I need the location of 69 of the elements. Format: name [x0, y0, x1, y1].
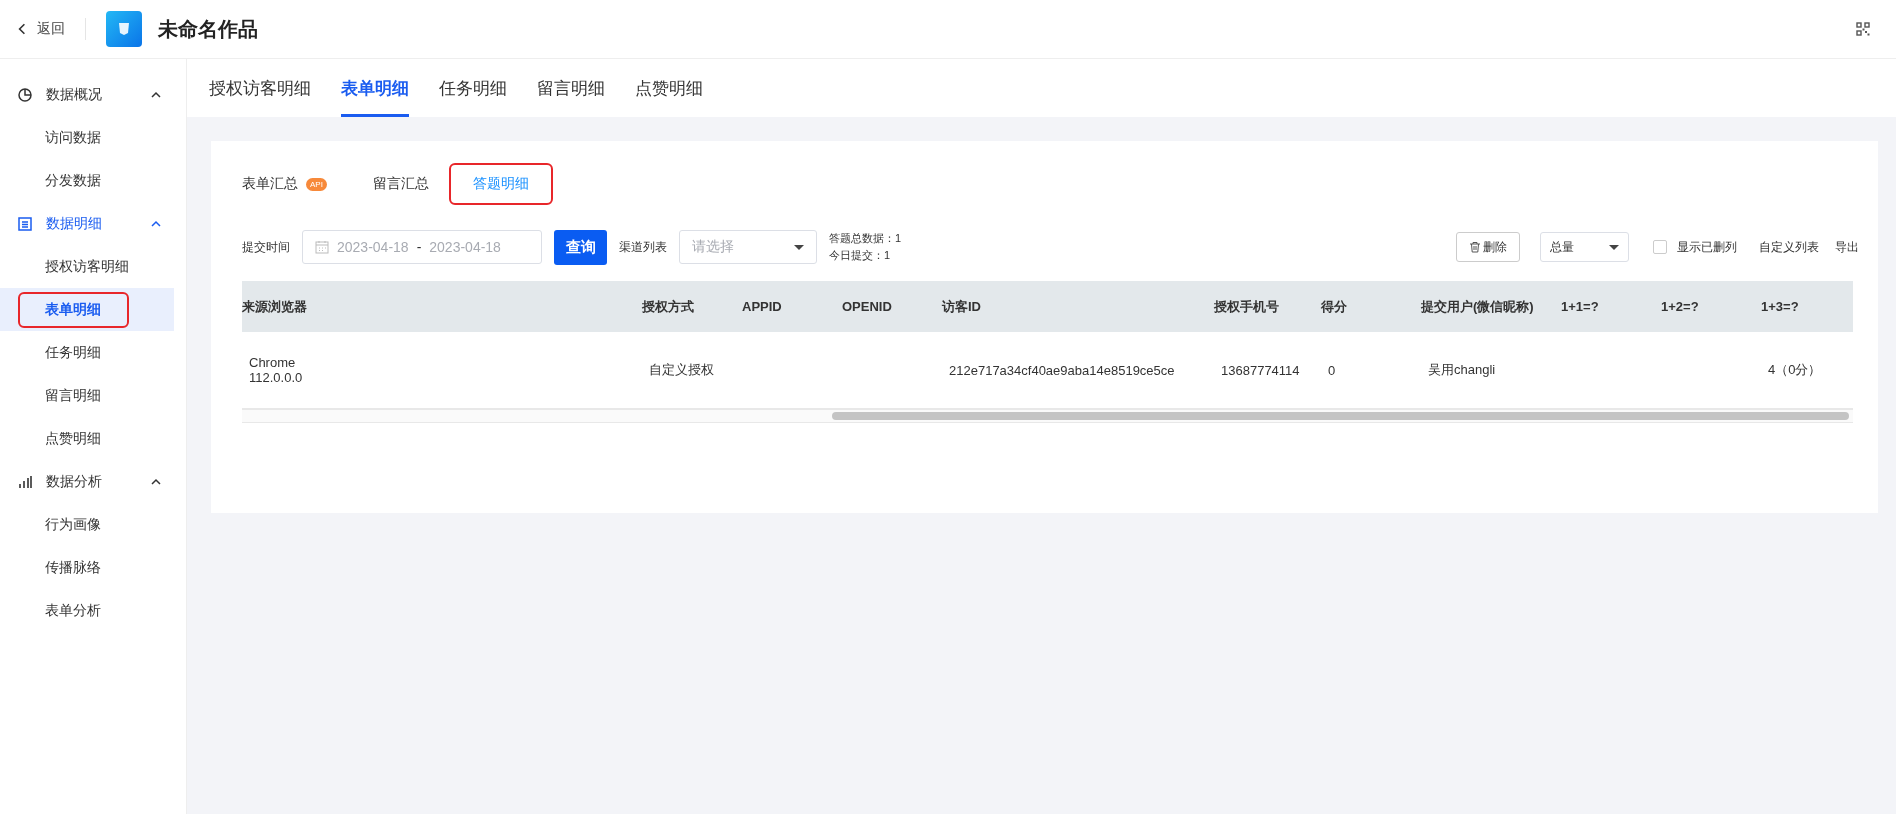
table-cell-text: 13687774114	[1220, 362, 1301, 378]
group-title: 数据概况	[46, 85, 103, 104]
query-button[interactable]: 查询	[554, 229, 607, 265]
custom-columns-link[interactable]: 自定义列表	[1759, 238, 1819, 256]
trash-icon	[1469, 241, 1481, 253]
chevron-up-icon	[151, 219, 161, 228]
app-logo-icon	[106, 11, 142, 47]
horizontal-scrollbar[interactable]	[242, 410, 1853, 423]
chevron-left-icon	[18, 23, 26, 35]
column-header: 得分	[1321, 297, 1348, 316]
sidebar-item[interactable]: 表单分析	[0, 589, 174, 632]
sidebar-item[interactable]: 表单明细	[0, 288, 174, 331]
tab[interactable]: 授权访客明细	[209, 59, 311, 117]
sidebar-group[interactable]: 数据分析	[0, 460, 186, 503]
column-header: APPID	[742, 299, 783, 314]
column-header: OPENID	[842, 299, 893, 314]
calendar-icon	[315, 240, 329, 254]
chevron-up-icon	[151, 90, 161, 99]
sub-tab[interactable]: 表单汇总 API	[242, 165, 327, 203]
back-button[interactable]: 返回	[18, 20, 65, 38]
column-header: 1+1=?	[1561, 299, 1600, 314]
tab[interactable]: 留言明细	[537, 59, 605, 117]
sidebar-item[interactable]: 任务明细	[0, 331, 174, 374]
group-title: 数据分析	[46, 472, 103, 491]
total-select[interactable]: 总量	[1540, 232, 1629, 262]
table-cell-text: 4（0分）	[1767, 361, 1823, 379]
export-link[interactable]: 导出	[1835, 238, 1859, 256]
pie-chart-icon	[17, 86, 33, 103]
tab[interactable]: 表单明细	[341, 59, 409, 117]
stat-text: 答题总数据：1	[829, 231, 902, 246]
date-range-field[interactable]: 2023-04-18 - 2023-04-18	[302, 230, 542, 264]
column-header: 来源浏览器	[242, 297, 308, 316]
show-deleted-checkbox[interactable]: 显示已删列	[1653, 238, 1737, 256]
list-icon	[17, 215, 33, 232]
tab[interactable]: 点赞明细	[635, 59, 703, 117]
sidebar-item[interactable]: 点赞明细	[0, 417, 174, 460]
table-cell-text: 吴用changli	[1427, 361, 1497, 379]
column-header: 1+3=?	[1761, 299, 1800, 314]
column-header: 访客ID	[942, 297, 982, 316]
qr-code-icon[interactable]	[1856, 22, 1870, 36]
sidebar-group[interactable]: 数据概况	[0, 73, 186, 116]
chevron-up-icon	[151, 477, 161, 486]
column-header: 授权手机号	[1214, 297, 1280, 316]
api-badge: API	[306, 177, 327, 191]
work-title: 未命名作品	[158, 16, 258, 42]
sidebar-item[interactable]: 分发数据	[0, 159, 174, 202]
field-label: 渠道列表	[619, 238, 667, 256]
table-cell-text: 自定义授权	[648, 361, 715, 379]
group-title: 数据明细	[46, 214, 103, 233]
sidebar-item[interactable]: 留言明细	[0, 374, 174, 417]
sidebar-item[interactable]: 访问数据	[0, 116, 174, 159]
sidebar-item[interactable]: 传播脉络	[0, 546, 174, 589]
table-cell-text: 0	[1327, 362, 1337, 378]
sidebar-group[interactable]: 数据明细	[0, 202, 186, 245]
caret-down-icon	[794, 244, 804, 250]
stat-text: 今日提交：1	[829, 248, 892, 263]
sidebar-item[interactable]: 行为画像	[0, 503, 174, 546]
table-cell-text: 212e717a34cf40ae9aba14e8519ce5ce	[948, 362, 1176, 378]
sub-tab[interactable]: 留言汇总	[372, 165, 429, 203]
column-header: 提交用户(微信昵称)	[1421, 297, 1535, 316]
sidebar-item[interactable]: 授权访客明细	[0, 245, 174, 288]
bar-chart-icon	[17, 473, 33, 490]
table-cell-text: Chrome 112.0.0.0	[248, 355, 304, 385]
column-header: 授权方式	[642, 297, 695, 316]
field-label: 提交时间	[242, 238, 290, 256]
column-header: 1+2=?	[1661, 299, 1700, 314]
tab[interactable]: 任务明细	[439, 59, 507, 117]
delete-button[interactable]: 删除	[1456, 232, 1520, 262]
caret-down-icon	[1609, 244, 1619, 250]
